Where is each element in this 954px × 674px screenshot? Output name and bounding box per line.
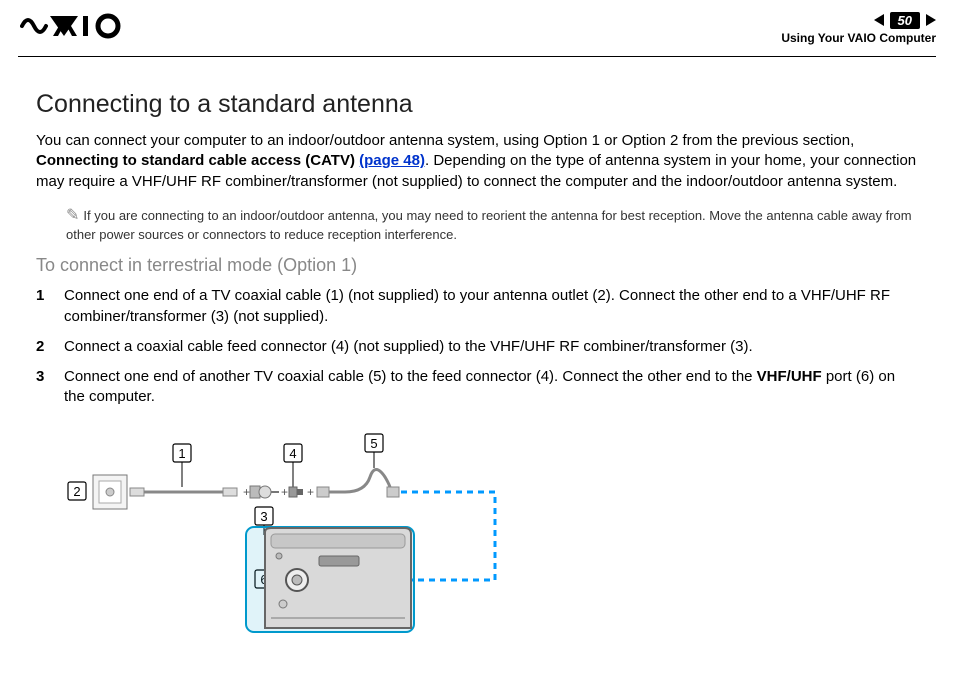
antenna-outlet-icon [93, 475, 127, 509]
content-area: Connecting to a standard antenna You can… [36, 90, 918, 418]
step-2-text: Connect a coaxial cable feed connector (… [64, 338, 753, 355]
diagram-label-4: 4 [289, 446, 296, 461]
next-page-arrow-icon[interactable] [926, 14, 936, 26]
step-3: Connect one end of another TV coaxial ca… [36, 367, 918, 408]
connection-diagram: 1 2 4 3 5 6 [65, 432, 535, 642]
step-3-bold: VHF/UHF [757, 368, 822, 385]
intro-text-1: You can connect your computer to an indo… [36, 132, 854, 149]
feed-connector-icon: + + [281, 485, 314, 499]
svg-text:+: + [307, 485, 314, 499]
page-number-badge: 50 [890, 12, 920, 29]
note-text: If you are connecting to an indoor/outdo… [66, 208, 912, 242]
combiner-icon: + [243, 485, 279, 499]
page-header: 50 Using Your VAIO Computer [0, 0, 954, 56]
step-1: Connect one end of a TV coaxial cable (1… [36, 286, 918, 327]
step-2: Connect a coaxial cable feed connector (… [36, 337, 918, 357]
vaio-logo [20, 12, 130, 45]
prev-page-arrow-icon[interactable] [874, 14, 884, 26]
coax-cable-5-icon [317, 470, 399, 498]
page-48-link[interactable]: (page 48) [359, 152, 425, 169]
page: 50 Using Your VAIO Computer Connecting t… [0, 0, 954, 674]
diagram-label-1: 1 [178, 446, 185, 461]
svg-text:+: + [281, 485, 288, 499]
page-navigator: 50 Using Your VAIO Computer [781, 12, 936, 45]
computer-port-icon [265, 528, 411, 628]
intro-bold: Connecting to standard cable access (CAT… [36, 152, 359, 169]
step-3-text-pre: Connect one end of another TV coaxial ca… [64, 368, 757, 385]
section-label: Using Your VAIO Computer [781, 31, 936, 45]
intro-paragraph: You can connect your computer to an indo… [36, 131, 918, 192]
page-title: Connecting to a standard antenna [36, 90, 918, 119]
note-block: ✎If you are connecting to an indoor/outd… [66, 206, 918, 244]
steps-list: Connect one end of a TV coaxial cable (1… [36, 286, 918, 407]
step-1-text: Connect one end of a TV coaxial cable (1… [64, 287, 890, 324]
diagram-label-3: 3 [260, 509, 267, 524]
header-divider [18, 56, 936, 57]
diagram-label-5: 5 [370, 436, 377, 451]
subsection-title: To connect in terrestrial mode (Option 1… [36, 255, 918, 276]
diagram-label-2: 2 [73, 484, 80, 499]
svg-text:+: + [243, 485, 250, 499]
coax-cable-1-icon [130, 488, 237, 496]
pencil-icon: ✎ [66, 207, 79, 224]
